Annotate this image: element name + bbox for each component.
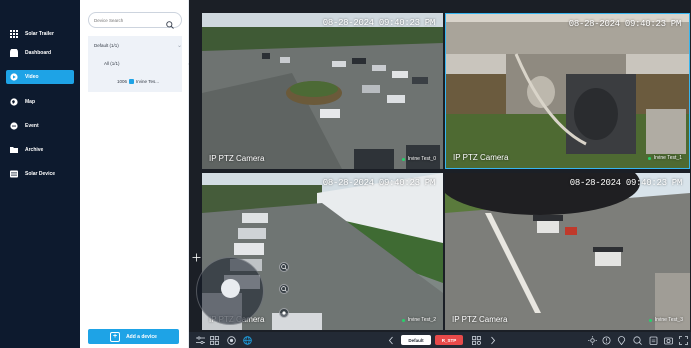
network-icon[interactable] (242, 335, 252, 345)
sidebar-item-label: Solar Device (25, 171, 56, 177)
camera-name-text: Irvine Test_1 (653, 155, 682, 161)
online-status-icon (401, 157, 405, 161)
camera-type-overlay: IP PTZ Camera (453, 153, 509, 162)
tree-device-label: Irvine Tes... (136, 78, 159, 84)
sidebar-item-archive[interactable]: Archive (6, 143, 74, 157)
video-tile-1[interactable]: 08-28-2024 09:40:23 PM IP PTZ Camera Irv… (445, 13, 690, 169)
device-panel: Default (1/1) ⌄ All (1/1) ⌄ 1006 Irvine … (80, 0, 205, 348)
sidebar-item-label: Archive (25, 147, 44, 153)
brightness-icon[interactable] (587, 335, 597, 345)
sidebar-item-dashboard[interactable]: Dashboard (6, 46, 74, 60)
zoom-out-icon[interactable] (279, 284, 289, 294)
camera-name-text: Irvine Test_0 (407, 156, 436, 162)
sidebar: Solar Trailer Dashboard Video Map Event … (0, 0, 80, 348)
zoom-in-icon[interactable] (279, 262, 289, 272)
ptz-joystick-knob[interactable] (221, 279, 240, 298)
chevron-right-icon[interactable] (488, 335, 498, 345)
tree-group-all[interactable]: All (1/1) ⌄ (88, 56, 198, 70)
solar-device-icon (8, 170, 20, 178)
sidebar-item-label: Solar Trailer (25, 31, 54, 37)
timestamp-overlay: 08-28-2024 09:40:23 PM (569, 178, 683, 188)
sidebar-item-video[interactable]: Video (6, 70, 74, 84)
camera-feed-ptz-closeup (446, 14, 689, 168)
settings-sliders-icon[interactable] (195, 335, 205, 345)
archive-icon (8, 146, 20, 154)
dashboard-icon (8, 49, 20, 57)
snapshot-icon[interactable] (663, 335, 673, 345)
ptz-preset-icon[interactable] (279, 308, 289, 318)
video-icon (8, 73, 20, 81)
tree-group-label: All (1/1) (104, 60, 120, 66)
clipboard-icon[interactable] (648, 335, 658, 345)
chevron-down-icon[interactable]: ⌄ (177, 42, 182, 49)
map-icon (8, 98, 20, 106)
timestamp-overlay: 08-28-2024 09:40:23 PM (322, 18, 436, 28)
add-device-label: Add a device (126, 333, 157, 340)
record-stop-button[interactable]: R_STP (435, 335, 463, 345)
camera-feed-solar-trailers (445, 173, 690, 330)
sidebar-item-map[interactable]: Map (6, 95, 74, 109)
timestamp-overlay: 08-28-2024 09:40:23 PM (568, 19, 682, 29)
grid-icon (8, 30, 20, 38)
chevron-left-icon[interactable] (386, 335, 396, 345)
device-search[interactable] (88, 12, 182, 29)
video-grid: 08-28-2024 09:40:23 PM IP PTZ Camera Irv… (189, 0, 691, 332)
layout-grid-icon[interactable] (209, 335, 219, 345)
camera-name-label: Irvine Test_3 (648, 317, 683, 323)
sidebar-item-label: Event (25, 123, 39, 129)
fullscreen-icon[interactable] (678, 335, 688, 345)
event-icon (8, 122, 20, 130)
sidebar-item-label: Map (25, 99, 35, 105)
sidebar-item-label: Video (25, 74, 39, 80)
tree-group-label: Default (1/1) (94, 42, 119, 48)
online-status-icon (648, 318, 652, 322)
move-icon[interactable] (191, 252, 201, 262)
plus-icon: + (110, 331, 121, 342)
bottom-toolbar: Default R_STP (189, 332, 691, 348)
record-target-icon[interactable] (226, 335, 236, 345)
multi-view-icon[interactable] (471, 335, 481, 345)
add-device-button[interactable]: + Add a device (88, 329, 179, 344)
camera-name-label: Irvine Test_0 (401, 156, 436, 162)
sidebar-item-solar-device[interactable]: Solar Device (6, 167, 74, 181)
online-status-icon (647, 156, 651, 160)
zoom-icon[interactable] (632, 335, 642, 345)
camera-name-label: Irvine Test_1 (647, 155, 682, 161)
video-tile-0[interactable]: 08-28-2024 09:40:23 PM IP PTZ Camera Irv… (202, 13, 443, 169)
video-tile-3[interactable]: 08-28-2024 09:40:23 PM IP PTZ Camera Irv… (445, 173, 690, 330)
location-pin-icon[interactable] (616, 335, 626, 345)
device-tree: Default (1/1) ⌄ All (1/1) ⌄ 1006 Irvine … (88, 36, 205, 92)
timestamp-overlay: 08-28-2024 09:40:23 PM (322, 178, 436, 188)
device-prefix: 1006 (117, 78, 128, 84)
camera-status-icon (129, 78, 135, 84)
camera-name-text: Irvine Test_3 (654, 317, 683, 323)
sidebar-item-label: Dashboard (25, 50, 52, 56)
tree-group-default[interactable]: Default (1/1) ⌄ (88, 38, 188, 52)
search-icon[interactable] (166, 16, 174, 34)
sidebar-item-solar-trailer[interactable]: Solar Trailer (6, 27, 74, 41)
alarm-icon[interactable] (601, 335, 611, 345)
layout-default-button[interactable]: Default (401, 335, 431, 345)
camera-name-text: Irvine Test_2 (407, 317, 436, 323)
sidebar-item-event[interactable]: Event (6, 119, 74, 133)
camera-name-label: Irvine Test_2 (401, 317, 436, 323)
camera-type-overlay: IP PTZ Camera (209, 154, 265, 163)
camera-feed-parking-lot (202, 13, 443, 169)
camera-type-overlay: IP PTZ Camera (452, 315, 508, 324)
online-status-icon (401, 318, 405, 322)
device-search-input[interactable] (94, 17, 166, 23)
